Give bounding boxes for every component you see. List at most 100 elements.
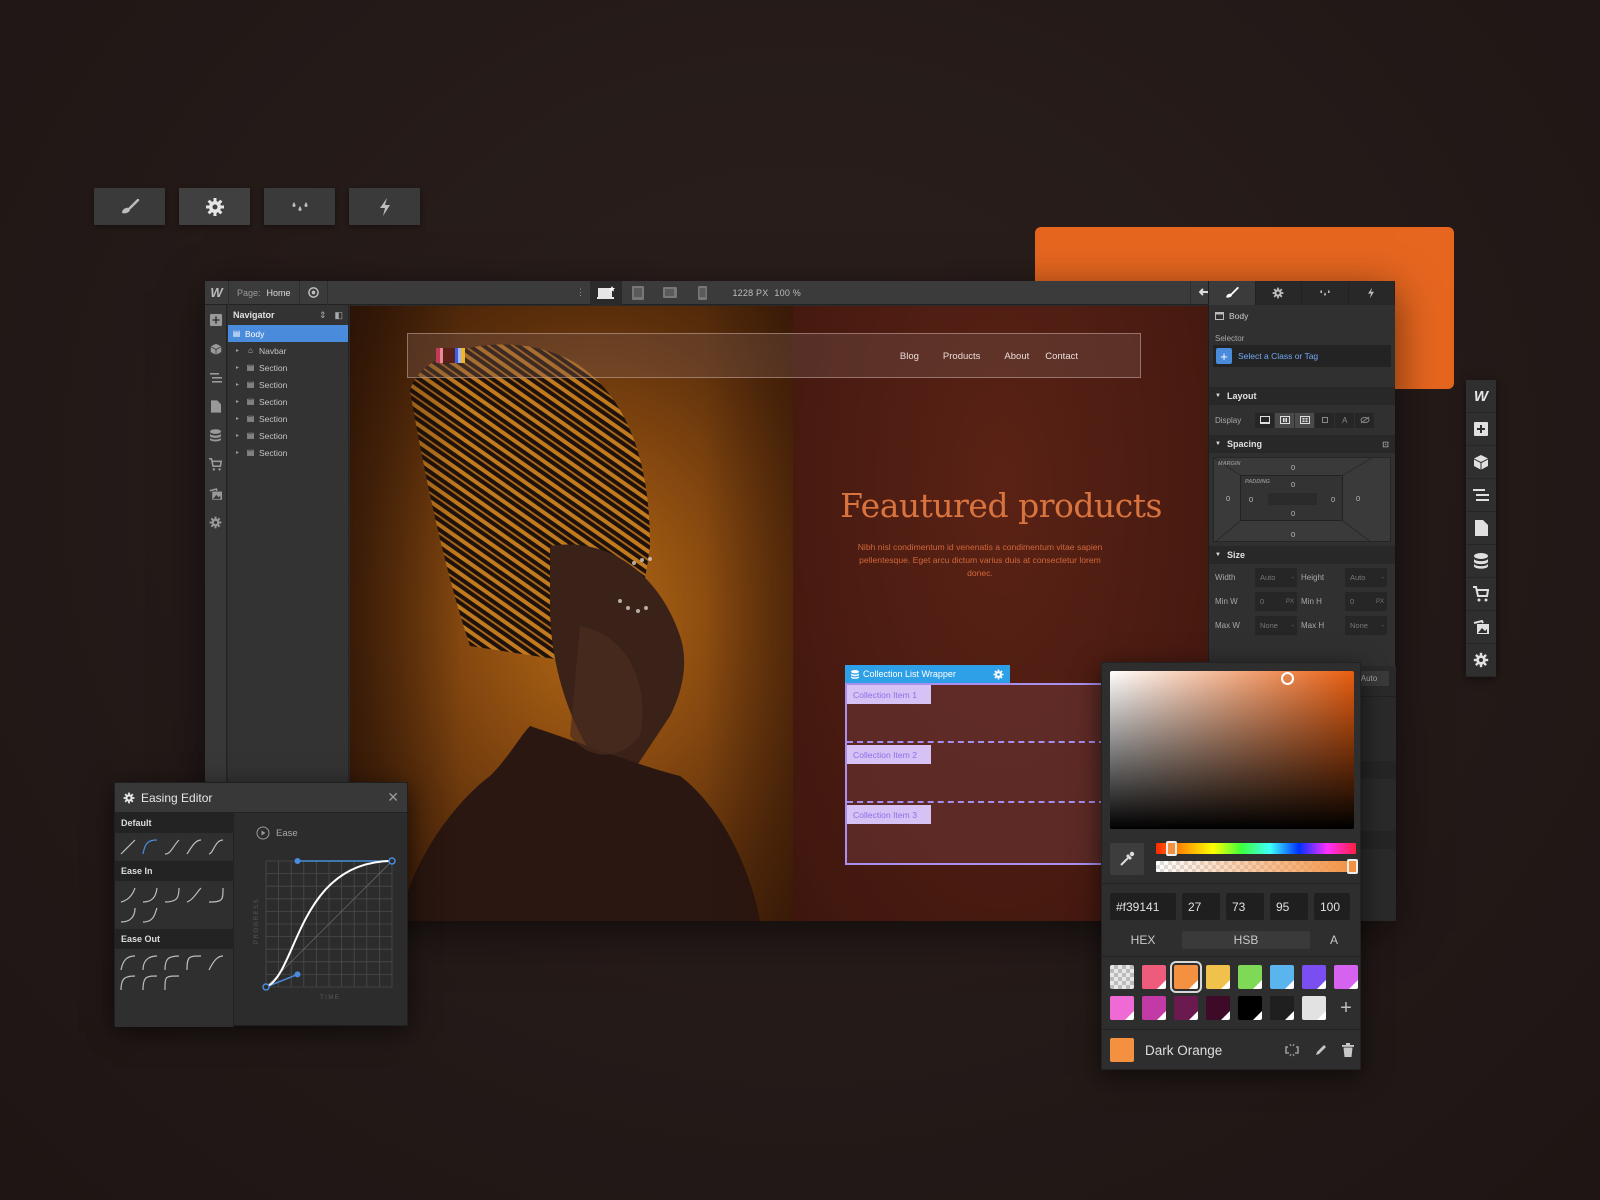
navigator-item-section[interactable]: ▸ ▤ Section xyxy=(228,359,348,376)
easing-preset[interactable] xyxy=(207,954,225,972)
style-tab[interactable] xyxy=(94,188,165,225)
navigator-item-section[interactable]: ▸ ▤ Section xyxy=(228,444,348,461)
margin-top[interactable]: 0 xyxy=(1291,463,1295,472)
expand-caret-icon[interactable]: ▸ xyxy=(236,415,242,422)
easing-preset[interactable] xyxy=(119,906,137,924)
navigator-item-navbar[interactable]: ▸ ⌂ Navbar xyxy=(228,342,348,359)
nav-link-about[interactable]: About xyxy=(1004,351,1029,362)
min-width-input[interactable]: 0 PX xyxy=(1255,592,1297,611)
easing-preset[interactable] xyxy=(185,838,203,856)
add-panel-button[interactable] xyxy=(205,305,226,334)
spacing-focus-icon[interactable]: ⊡ xyxy=(1382,440,1389,449)
settings-button[interactable] xyxy=(205,508,226,537)
color-swatch[interactable] xyxy=(1142,965,1166,989)
color-swatch[interactable] xyxy=(1302,965,1326,989)
pages-button[interactable] xyxy=(205,392,226,421)
easing-preset[interactable] xyxy=(141,838,159,856)
expand-caret-icon[interactable]: ▸ xyxy=(236,449,242,456)
tab-interactions[interactable] xyxy=(1349,281,1395,305)
easing-preset[interactable] xyxy=(119,954,137,972)
navigator-item-section[interactable]: ▸ ▤ Section xyxy=(228,427,348,444)
swatch-transparent[interactable] xyxy=(1110,965,1134,989)
size-section-header[interactable]: ▼ Size xyxy=(1209,546,1395,564)
eyedropper-button[interactable] xyxy=(1110,843,1144,875)
unlink-icon[interactable] xyxy=(1284,1043,1300,1057)
assets-button[interactable] xyxy=(205,479,226,508)
easing-preset[interactable] xyxy=(163,974,181,992)
color-swatch[interactable] xyxy=(1270,965,1294,989)
gear-icon[interactable] xyxy=(993,669,1004,680)
max-height-input[interactable]: None - xyxy=(1345,616,1387,635)
hsb-mode-toggle[interactable]: H S B xyxy=(1182,931,1310,949)
page-selector[interactable]: Page: Home xyxy=(229,280,300,305)
margin-left[interactable]: 0 xyxy=(1226,494,1230,503)
height-input[interactable]: Auto - xyxy=(1345,568,1387,587)
collection-item[interactable]: Collection Item 1 xyxy=(847,685,1105,743)
easing-preset[interactable] xyxy=(141,906,159,924)
hue-handle[interactable] xyxy=(1166,841,1177,856)
easing-preset[interactable] xyxy=(163,838,181,856)
margin-bottom[interactable]: 0 xyxy=(1291,530,1295,539)
symbols-button[interactable] xyxy=(205,334,226,363)
mobile-landscape-breakpoint[interactable] xyxy=(654,281,686,305)
selector-field[interactable]: + Select a Class or Tag xyxy=(1213,345,1391,367)
pages-button[interactable] xyxy=(1466,512,1496,545)
site-navbar[interactable]: Blog Products About Contact xyxy=(407,333,1141,378)
preview-button[interactable] xyxy=(300,280,328,305)
webflow-logo-button[interactable]: W xyxy=(1466,380,1496,413)
interactions-tab[interactable] xyxy=(264,188,335,225)
display-flex-button[interactable] xyxy=(1275,412,1295,428)
color-swatch[interactable] xyxy=(1142,996,1166,1020)
layout-section-header[interactable]: ▼ Layout xyxy=(1209,387,1395,405)
hue-input[interactable]: 27 xyxy=(1182,893,1220,920)
expand-caret-icon[interactable]: ▸ xyxy=(236,364,242,371)
hex-input[interactable]: #f39141 xyxy=(1110,893,1176,920)
navigator-item-section[interactable]: ▸ ▤ Section xyxy=(228,393,348,410)
easing-preset[interactable] xyxy=(119,974,137,992)
nav-link-blog[interactable]: Blog xyxy=(900,351,919,362)
display-block-button[interactable] xyxy=(1255,412,1275,428)
expand-collapse-icon[interactable]: ⇕ xyxy=(319,310,327,321)
easing-preset[interactable] xyxy=(207,838,225,856)
assets-button[interactable] xyxy=(1466,611,1496,644)
tablet-breakpoint[interactable] xyxy=(622,281,654,305)
color-swatch[interactable] xyxy=(1334,965,1358,989)
easing-preset[interactable] xyxy=(141,954,159,972)
navigator-button[interactable] xyxy=(205,363,226,392)
settings-tab[interactable] xyxy=(179,188,250,225)
collection-list-label[interactable]: Collection List Wrapper xyxy=(845,665,1010,683)
tab-settings[interactable] xyxy=(1256,281,1302,305)
saturation-brightness-area[interactable] xyxy=(1110,671,1354,829)
saturation-input[interactable]: 73 xyxy=(1226,893,1264,920)
easing-preset[interactable] xyxy=(185,954,203,972)
edit-pencil-icon[interactable] xyxy=(1314,1043,1328,1057)
alpha-handle[interactable] xyxy=(1347,859,1358,874)
collection-item[interactable]: Collection Item 3 xyxy=(847,805,1105,863)
collection-list-wrapper[interactable]: Collection List Wrapper Collection Item … xyxy=(845,665,1105,865)
display-none-button[interactable] xyxy=(1355,412,1375,428)
lightning-tab[interactable] xyxy=(349,188,420,225)
padding-left[interactable]: 0 xyxy=(1249,495,1253,504)
webflow-logo[interactable]: W xyxy=(205,280,229,305)
bezier-graph[interactable]: PROGRESS TIME xyxy=(244,853,404,1003)
expand-caret-icon[interactable]: ▸ xyxy=(236,432,242,439)
padding-bottom[interactable]: 0 xyxy=(1291,509,1295,518)
ecommerce-button[interactable] xyxy=(1466,578,1496,611)
max-width-input[interactable]: None - xyxy=(1255,616,1297,635)
easing-preset[interactable] xyxy=(119,886,137,904)
color-swatch[interactable] xyxy=(1170,961,1202,993)
nav-link-products[interactable]: Products xyxy=(943,351,981,362)
components-button[interactable] xyxy=(1466,446,1496,479)
saturation-handle[interactable] xyxy=(1281,671,1295,685)
desktop-breakpoint[interactable] xyxy=(590,280,623,305)
settings-button[interactable] xyxy=(1466,644,1496,677)
collection-item[interactable]: Collection Item 2 xyxy=(847,745,1105,803)
min-height-input[interactable]: 0 PX xyxy=(1345,592,1387,611)
brightness-input[interactable]: 95 xyxy=(1270,893,1308,920)
display-inline-button[interactable]: A xyxy=(1335,412,1355,428)
add-swatch-button[interactable]: + xyxy=(1334,996,1358,1020)
color-swatch[interactable] xyxy=(1270,996,1294,1020)
easing-preset[interactable] xyxy=(163,886,181,904)
easing-preset[interactable] xyxy=(163,954,181,972)
easing-preset[interactable] xyxy=(185,886,203,904)
